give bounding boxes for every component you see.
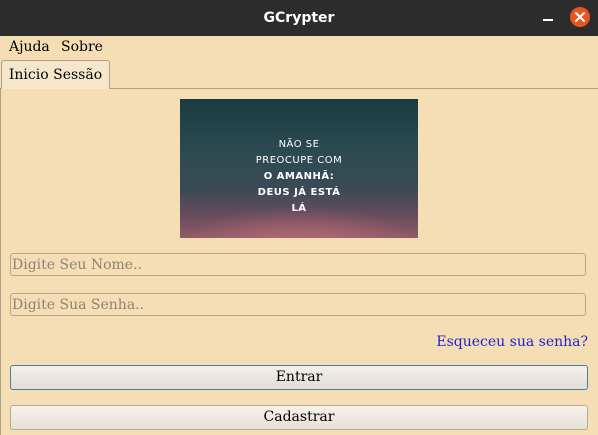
tab-bar: Inicio Sessão: [0, 60, 598, 89]
banner-quote: NÃO SE PREOCUPE COM O AMANHÃ: DEUS JÁ ES…: [180, 137, 418, 217]
signup-button[interactable]: Cadastrar: [10, 405, 588, 430]
quote-line: NÃO SE: [278, 139, 320, 150]
menu-ajuda[interactable]: Ajuda: [9, 38, 50, 56]
banner-image: NÃO SE PREOCUPE COM O AMANHÃ: DEUS JÁ ES…: [180, 99, 418, 238]
window-title: GCrypter: [263, 10, 335, 26]
quote-line: O AMANHÃ:: [263, 171, 335, 182]
name-input[interactable]: [10, 253, 586, 276]
title-bar: GCrypter: [0, 0, 598, 36]
minimize-button[interactable]: [538, 8, 558, 28]
tab-inicio-sessao[interactable]: Inicio Sessão: [1, 60, 110, 89]
login-button[interactable]: Entrar: [10, 365, 588, 390]
close-icon: [575, 12, 585, 22]
quote-line: LÁ: [291, 203, 307, 214]
close-button[interactable]: [570, 7, 590, 27]
panel-border: [0, 88, 1, 435]
menu-bar: Ajuda Sobre: [0, 36, 598, 58]
menu-sobre[interactable]: Sobre: [61, 38, 103, 56]
forgot-password-link[interactable]: Esqueceu sua senha?: [436, 333, 588, 351]
quote-line: PREOCUPE COM: [255, 155, 343, 166]
quote-line: DEUS JÁ ESTÁ: [257, 187, 341, 198]
password-input[interactable]: [10, 293, 586, 316]
minimize-icon: [543, 19, 553, 21]
tab-divider: [109, 88, 598, 89]
